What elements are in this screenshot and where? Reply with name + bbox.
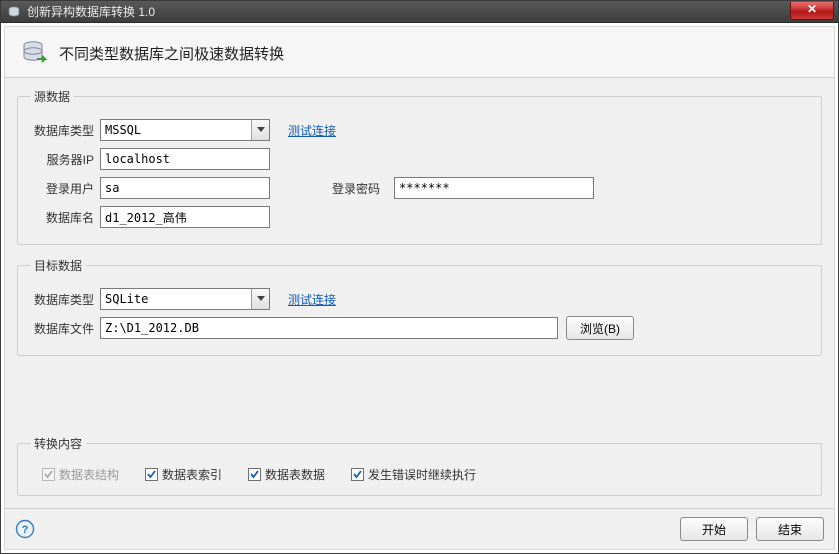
checkbox-icon [351,468,364,481]
checkbox-icon [42,468,55,481]
window-close-button[interactable]: ✕ [790,2,834,20]
options-fieldset: 转换内容 数据表结构 数据表索引 [17,435,822,496]
checkbox-icon [145,468,158,481]
source-loginpwd-label: 登录密码 [332,180,388,197]
chevron-down-icon[interactable] [251,120,269,140]
source-fieldset: 源数据 数据库类型 MSSQL 测试连接 服务器IP [17,88,822,245]
target-dbfile-input[interactable] [100,317,558,339]
source-dbname-input[interactable] [100,206,270,228]
target-dbtype-combo[interactable]: SQLite [100,288,270,310]
source-dbtype-value: MSSQL [105,123,141,137]
source-loginpwd-input[interactable] [394,177,594,199]
source-serverip-input[interactable] [100,148,270,170]
checkbox-icon [248,468,261,481]
titlebar[interactable]: 创新异构数据库转换 1.0 ✕ [1,1,838,23]
chevron-down-icon[interactable] [251,289,269,309]
content-area: 不同类型数据库之间极速数据转换 源数据 数据库类型 MSSQL 测试连接 服务 [4,26,835,550]
opt-index[interactable]: 数据表索引 [145,466,222,483]
app-icon [7,5,21,19]
source-test-link[interactable]: 测试连接 [288,122,336,139]
source-dbtype-combo[interactable]: MSSQL [100,119,270,141]
target-test-link[interactable]: 测试连接 [288,291,336,308]
target-dbtype-value: SQLite [105,292,148,306]
source-serverip-label: 服务器IP [30,151,94,168]
source-legend: 源数据 [30,88,74,105]
help-button[interactable]: ? [15,519,35,539]
target-legend: 目标数据 [30,257,86,274]
page-title: 不同类型数据库之间极速数据转换 [59,43,284,64]
page-header: 不同类型数据库之间极速数据转换 [5,27,834,78]
target-dbtype-label: 数据库类型 [30,291,94,308]
opt-continue-on-error[interactable]: 发生错误时继续执行 [351,466,476,483]
source-dbtype-label: 数据库类型 [30,122,94,139]
window-title: 创新异构数据库转换 1.0 [27,3,155,20]
options-legend: 转换内容 [30,435,86,452]
browse-button[interactable]: 浏览(B) [566,316,634,340]
target-dbfile-label: 数据库文件 [30,320,94,337]
source-loginuser-input[interactable] [100,177,270,199]
start-button[interactable]: 开始 [680,517,748,541]
end-button[interactable]: 结束 [756,517,824,541]
target-fieldset: 目标数据 数据库类型 SQLite 测试连接 数据库文件 浏览( [17,257,822,356]
app-window: 创新异构数据库转换 1.0 ✕ 不同类型数据库之间极速数据转换 源数据 数据库类… [0,0,839,554]
footer: ? 开始 结束 [5,508,834,549]
source-dbname-label: 数据库名 [30,209,94,226]
question-mark-icon: ? [22,524,29,536]
database-transfer-icon [21,39,49,67]
opt-schema: 数据表结构 [42,466,119,483]
form-body: 源数据 数据库类型 MSSQL 测试连接 服务器IP [5,78,834,508]
opt-data[interactable]: 数据表数据 [248,466,325,483]
close-icon: ✕ [807,2,817,16]
source-loginuser-label: 登录用户 [30,180,94,197]
